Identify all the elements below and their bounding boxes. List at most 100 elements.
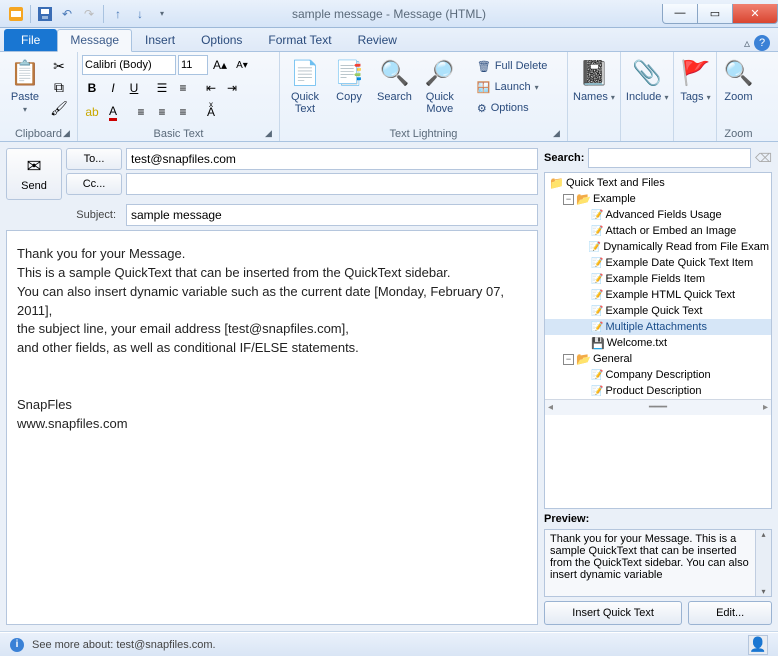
- align-left-icon[interactable]: ≡: [131, 102, 151, 122]
- envelope-icon: ✉: [26, 156, 41, 177]
- font-family-select[interactable]: [82, 55, 176, 75]
- include-button[interactable]: 📎 Include ▾: [621, 54, 674, 106]
- tree-node[interactable]: 📝 Example Date Quick Text Item: [545, 255, 771, 271]
- bullets-icon[interactable]: ☰: [152, 78, 172, 98]
- preview-scrollbar[interactable]: ▴▾: [755, 530, 771, 596]
- tree-node[interactable]: 📝 Multiple Attachments: [545, 319, 771, 335]
- ribbon-minimize-icon[interactable]: ▵: [744, 36, 750, 50]
- highlight-icon[interactable]: ab: [82, 102, 102, 122]
- tags-button[interactable]: 🚩 Tags ▾: [674, 54, 716, 106]
- bold-button[interactable]: B: [82, 78, 102, 98]
- increase-indent-icon[interactable]: ⇥: [222, 78, 242, 98]
- quicktext-item-icon: 📝: [591, 322, 603, 333]
- tree-scrollbar[interactable]: ◂━━━▸: [545, 399, 771, 415]
- paste-button[interactable]: 📋 Paste ▾: [4, 54, 46, 117]
- file-icon: 💾: [591, 337, 605, 350]
- folder-icon: 📂: [576, 352, 591, 366]
- names-button[interactable]: 📓 Names ▾: [568, 54, 620, 106]
- body-line: www.snapfiles.com: [17, 415, 527, 434]
- tab-format-text[interactable]: Format Text: [255, 29, 344, 51]
- body-line: the subject line, your email address [te…: [17, 320, 527, 339]
- group-names: 📓 Names ▾: [568, 52, 621, 141]
- format-painter-icon[interactable]: 🖌: [48, 98, 70, 118]
- search-button[interactable]: 🔍 Search: [372, 54, 417, 106]
- collapse-icon[interactable]: −: [563, 354, 574, 365]
- tree-node[interactable]: 📝 Product Description: [545, 383, 771, 399]
- to-field[interactable]: [126, 148, 538, 170]
- preview-box: Thank you for your Message. This is a sa…: [544, 529, 772, 597]
- quick-text-button[interactable]: 📄 Quick Text: [284, 54, 326, 118]
- italic-button[interactable]: I: [103, 78, 123, 98]
- message-body[interactable]: Thank you for your Message.This is a sam…: [6, 230, 538, 625]
- group-text-lightning: 📄 Quick Text 📑 Copy 🔍 Search 🔎 Quick Mov…: [280, 52, 568, 141]
- zoom-button[interactable]: 🔍 Zoom: [717, 54, 759, 106]
- tree-node[interactable]: 📝 Dynamically Read from File Exam: [545, 239, 771, 255]
- tab-insert[interactable]: Insert: [132, 29, 188, 51]
- font-color-icon[interactable]: A: [103, 102, 123, 122]
- copy-button[interactable]: 📑 Copy: [328, 54, 370, 106]
- quick-access-toolbar: ↶ ↷ ↑ ↓ ▾: [0, 4, 172, 24]
- group-clipboard: 📋 Paste ▾ ✂ ⧉ 🖌 Clipboard ◢: [0, 52, 78, 141]
- redo-icon[interactable]: ↷: [79, 4, 99, 24]
- align-right-icon[interactable]: ≡: [173, 102, 193, 122]
- folder-icon: 📁: [549, 176, 564, 190]
- quicktext-tree[interactable]: 📁 Quick Text and Files− 📂 Example📝 Advan…: [544, 172, 772, 509]
- maximize-button[interactable]: ▭: [697, 4, 733, 24]
- clipboard-icon: 📋: [9, 57, 41, 89]
- previous-icon[interactable]: ↑: [108, 4, 128, 24]
- to-button[interactable]: To...: [66, 148, 122, 170]
- clear-formatting-icon[interactable]: Aͯ: [201, 102, 221, 122]
- titlebar: ↶ ↷ ↑ ↓ ▾ sample message - Message (HTML…: [0, 0, 778, 28]
- numbering-icon[interactable]: ≡: [173, 78, 193, 98]
- next-icon[interactable]: ↓: [130, 4, 150, 24]
- underline-button[interactable]: U: [124, 78, 144, 98]
- clipboard-launcher-icon[interactable]: ◢: [63, 128, 75, 140]
- shrink-font-icon[interactable]: A▾: [232, 55, 252, 75]
- quick-move-button[interactable]: 🔎 Quick Move: [419, 54, 461, 118]
- save-icon[interactable]: [35, 4, 55, 24]
- contact-avatar-icon[interactable]: 👤: [748, 635, 768, 655]
- tree-node[interactable]: 📝 Company Description: [545, 367, 771, 383]
- text-lightning-launcher-icon[interactable]: ◢: [553, 128, 565, 140]
- subject-field[interactable]: [126, 204, 538, 226]
- tab-review[interactable]: Review: [345, 29, 410, 51]
- tree-node[interactable]: 💾 Welcome.txt: [545, 335, 771, 351]
- tree-node[interactable]: − 📂 General: [545, 351, 771, 367]
- tab-message[interactable]: Message: [57, 29, 132, 52]
- collapse-icon[interactable]: −: [563, 194, 574, 205]
- undo-icon[interactable]: ↶: [57, 4, 77, 24]
- full-delete-button[interactable]: 🗑Full Delete: [470, 56, 556, 76]
- tree-node[interactable]: − 📂 Example: [545, 191, 771, 207]
- cc-button[interactable]: Cc...: [66, 173, 122, 195]
- decrease-indent-icon[interactable]: ⇤: [201, 78, 221, 98]
- tree-node[interactable]: 📝 Attach or Embed an Image: [545, 223, 771, 239]
- tab-file[interactable]: File: [4, 29, 57, 51]
- clear-search-icon[interactable]: ⌫: [755, 151, 772, 165]
- search-input[interactable]: [588, 148, 751, 168]
- basic-text-launcher-icon[interactable]: ◢: [265, 128, 277, 140]
- attach-icon: 📎: [631, 57, 663, 89]
- tree-node[interactable]: 📝 Example Fields Item: [545, 271, 771, 287]
- minimize-button[interactable]: —: [662, 4, 698, 24]
- tree-node[interactable]: 📁 Quick Text and Files: [545, 175, 771, 191]
- edit-button[interactable]: Edit...: [688, 601, 772, 625]
- close-button[interactable]: ✕: [732, 4, 778, 24]
- tab-options[interactable]: Options: [188, 29, 255, 51]
- cut-icon[interactable]: ✂: [48, 56, 70, 76]
- font-size-select[interactable]: [178, 55, 208, 75]
- tree-node[interactable]: 📝 Advanced Fields Usage: [545, 207, 771, 223]
- tree-node[interactable]: 📝 Example Quick Text: [545, 303, 771, 319]
- insert-quick-text-button[interactable]: Insert Quick Text: [544, 601, 682, 625]
- help-icon[interactable]: ?: [754, 35, 770, 51]
- grow-font-icon[interactable]: A▴: [210, 55, 230, 75]
- app-menu-icon[interactable]: [6, 4, 26, 24]
- cc-field[interactable]: [126, 173, 538, 195]
- qat-customize-icon[interactable]: ▾: [152, 4, 172, 24]
- quick-text-icon: 📄: [289, 57, 321, 89]
- copy-icon[interactable]: ⧉: [48, 77, 70, 97]
- options-button[interactable]: ⚙Options: [470, 98, 556, 118]
- launch-button[interactable]: 🪟Launch▾: [470, 77, 556, 97]
- align-center-icon[interactable]: ≡: [152, 102, 172, 122]
- tree-node[interactable]: 📝 Example HTML Quick Text: [545, 287, 771, 303]
- send-button[interactable]: ✉ Send: [6, 148, 62, 200]
